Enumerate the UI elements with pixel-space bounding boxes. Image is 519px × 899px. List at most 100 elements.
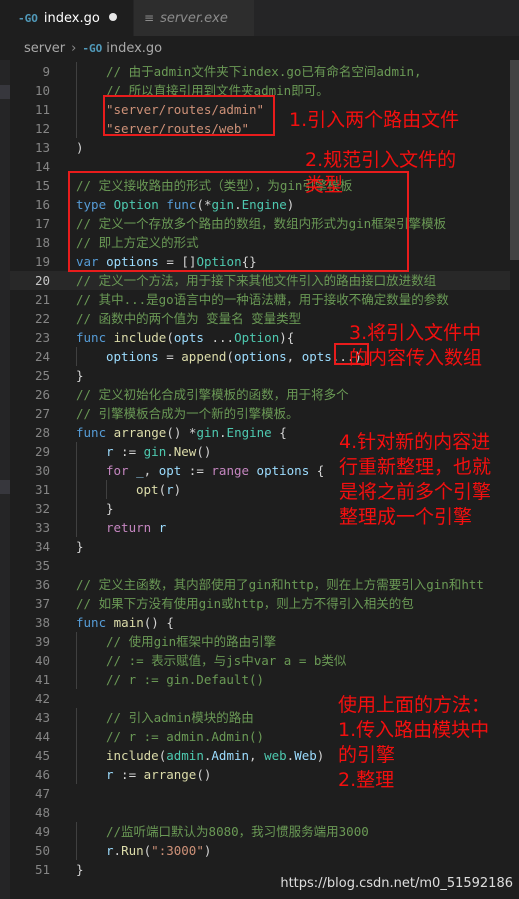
code-token: } — [76, 862, 84, 877]
annotation-4: 4.针对新的内容进 行重新整理，也就 是将之前多个引擎 整理成一个引擎 — [339, 431, 492, 528]
code-token: ... — [203, 330, 235, 345]
code-token: . — [113, 843, 122, 858]
code-line[interactable]: 49 //监听端口默认为8080，我习惯服务端用3000 — [10, 822, 519, 841]
side-panel-marker — [0, 480, 10, 494]
code-token: Web — [294, 748, 317, 763]
line-number: 27 — [34, 406, 50, 421]
indent-guide — [76, 651, 77, 670]
go-file-icon: -GO — [18, 11, 38, 25]
code-text: // 由于admin文件夹下index.go已有命名空间admin, — [106, 62, 422, 81]
code-token: admin — [166, 748, 204, 763]
code-token: := — [113, 444, 144, 459]
code-line[interactable]: 39 // 使用gin框架中的路由引擎 — [10, 632, 519, 651]
code-line[interactable]: 41 // r := gin.Default() — [10, 670, 519, 689]
code-line[interactable]: 37 // 如果下方没有使用gin或http，则上方不得引入相关的包 — [10, 594, 519, 613]
code-line[interactable]: 35 — [10, 556, 519, 575]
code-token: // 由于admin文件夹下index.go已有命名空间admin, — [106, 64, 422, 79]
code-text: // 函数中的两个值为 变量名 变量类型 — [76, 309, 301, 328]
vertical-scrollbar[interactable] — [510, 60, 519, 899]
code-token: := — [113, 767, 144, 782]
code-token: opts — [173, 330, 204, 345]
code-line[interactable]: 40 // := 表示赋值，与js中var a = b类似 — [10, 651, 519, 670]
line-number: 19 — [34, 254, 50, 269]
indent-guide — [76, 708, 77, 727]
code-line[interactable]: 50 r.Run(":3000") — [10, 841, 519, 860]
line-number: 40 — [34, 653, 50, 668]
code-line[interactable]: 21 // 其中...是go语言中的一种语法糖，用于接收不确定数量的参数 — [10, 290, 519, 309]
tab-server-exe[interactable]: ≡ server.exe — [134, 0, 254, 36]
code-token: options — [233, 349, 287, 364]
code-text: for _, opt := range options { — [106, 461, 324, 480]
code-line[interactable]: 38 func main() { — [10, 613, 519, 632]
indent-guide — [76, 62, 77, 81]
code-line[interactable]: 27 // 引擎模板合成为一个新的引擎模板。 — [10, 404, 519, 423]
indent-guide — [76, 100, 77, 119]
highlight-box-imports — [103, 95, 275, 136]
code-line[interactable]: 34} — [10, 537, 519, 556]
line-number: 33 — [34, 520, 50, 535]
code-token: include — [106, 748, 159, 763]
code-line[interactable]: 36 // 定义主函数，其内部使用了gin和http，则在上方需要引入gin和ht… — [10, 575, 519, 594]
line-number: 34 — [34, 539, 50, 554]
chevron-right-icon: › — [71, 40, 77, 56]
code-text: // 如果下方没有使用gin或http，则上方不得引入相关的包 — [76, 594, 414, 613]
side-panel-marker — [0, 85, 10, 99]
code-token: options — [106, 349, 159, 364]
code-text: } — [76, 366, 84, 385]
code-token: for — [106, 463, 137, 478]
line-number: 29 — [34, 444, 50, 459]
indent-guide — [76, 632, 77, 651]
code-token: gin — [196, 425, 220, 440]
line-number: 17 — [34, 216, 50, 231]
indent-guide — [76, 119, 77, 138]
line-number: 12 — [34, 121, 50, 136]
code-token: } — [76, 368, 84, 383]
line-number: 32 — [34, 501, 50, 516]
unsaved-dot-icon[interactable] — [109, 13, 117, 21]
code-token: ) — [76, 140, 84, 155]
line-number: 36 — [34, 577, 50, 592]
code-line[interactable]: 26 // 定义初始化合成引擎模板的函数，用于将多个 — [10, 385, 519, 404]
code-token: // 定义主函数，其内部使用了gin和http，则在上方需要引入gin和htt — [76, 577, 484, 592]
code-token: // 其中...是go语言中的一种语法糖，用于接收不确定数量的参数 — [76, 292, 449, 307]
code-text: // 其中...是go语言中的一种语法糖，用于接收不确定数量的参数 — [76, 290, 449, 309]
code-text: r.Run(":3000") — [106, 841, 211, 860]
code-text: ) — [76, 138, 84, 157]
code-line[interactable]: 20 // 定义一个方法，用于接下来其他文件引入的路由接口放进数组 — [10, 271, 519, 290]
code-token: r — [106, 444, 114, 459]
code-token: ":3000" — [151, 843, 204, 858]
code-token: Run — [121, 843, 144, 858]
code-token: Option — [234, 330, 280, 345]
code-text: // 定义初始化合成引擎模板的函数，用于将多个 — [76, 385, 349, 404]
indent-guide — [76, 746, 77, 765]
indent-guide — [76, 442, 77, 461]
code-token: () { — [143, 615, 174, 630]
code-line[interactable]: 9 // 由于admin文件夹下index.go已有命名空间admin, — [10, 62, 519, 81]
line-number: 51 — [34, 862, 50, 877]
code-token: gin — [143, 444, 167, 459]
side-panel-edge — [0, 60, 10, 899]
code-token: range — [211, 463, 257, 478]
code-token: r — [106, 767, 114, 782]
code-line[interactable]: 48 — [10, 803, 519, 822]
code-token: ){ — [279, 330, 295, 345]
indent-guide — [76, 518, 77, 537]
code-token: } — [76, 539, 84, 554]
code-token: , — [286, 349, 302, 364]
breadcrumb-file[interactable]: index.go — [106, 41, 162, 56]
code-token: include — [113, 330, 167, 345]
tab-index-go[interactable]: -GO index.go — [0, 0, 133, 36]
breadcrumb-folder[interactable]: server — [24, 41, 65, 56]
code-text: r := gin.New() — [106, 442, 211, 461]
code-token: () — [196, 444, 212, 459]
line-number: 35 — [34, 558, 50, 573]
line-number: 11 — [34, 102, 50, 117]
line-number: 49 — [34, 824, 50, 839]
code-token: , — [249, 748, 265, 763]
line-number: 20 — [34, 273, 50, 288]
code-token: = — [158, 349, 182, 364]
line-number: 42 — [34, 691, 50, 706]
code-token: { — [271, 425, 287, 440]
code-token: web — [264, 748, 287, 763]
scrollbar-thumb[interactable] — [510, 60, 519, 260]
